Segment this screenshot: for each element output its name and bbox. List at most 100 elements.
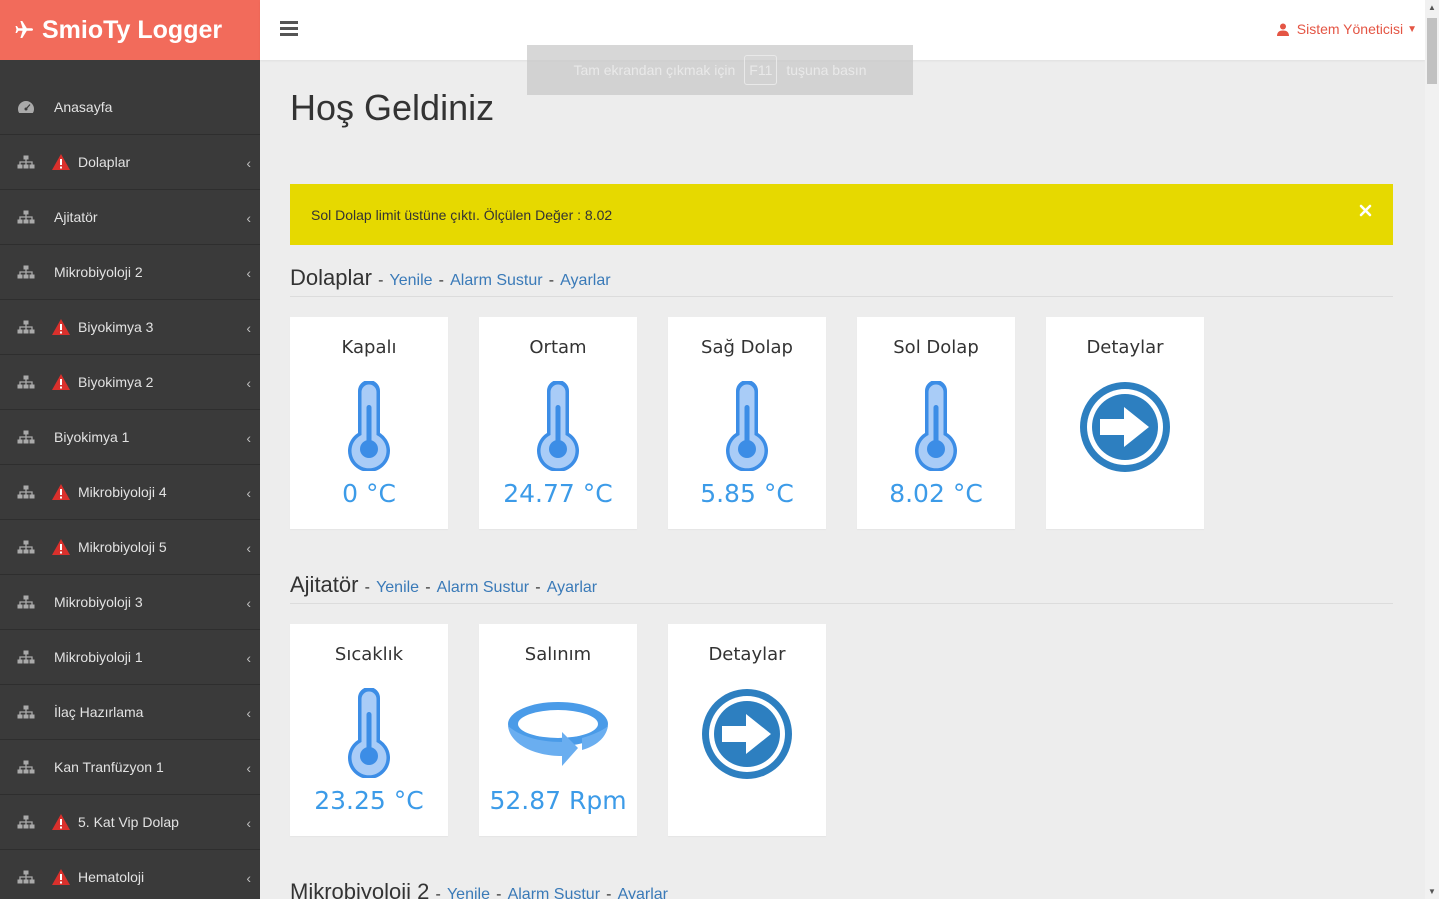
card-title: Kapalı [341, 337, 397, 358]
chevron-left-icon: ‹ [246, 595, 251, 611]
sidebar-item[interactable]: Biyokimya 1 ‹ [0, 410, 260, 465]
section-header: Mikrobiyoloji 2 - Yenile - Alarm Sustur … [290, 879, 1393, 899]
plane-icon [15, 21, 33, 38]
sidebar: SmioTy Logger Anasayfa Dolaplar ‹ Ajitatör ‹… [0, 0, 260, 899]
app-logo[interactable]: SmioTy Logger [0, 0, 260, 60]
settings-link[interactable]: Ayarlar [560, 272, 610, 289]
sitemap-icon [17, 375, 35, 389]
chevron-left-icon: ‹ [246, 375, 251, 391]
sidebar-item[interactable]: Mikrobiyoloji 1 ‹ [0, 630, 260, 685]
sidebar-item-label: Mikrobiyoloji 5 [78, 539, 167, 555]
sitemap-icon [17, 320, 35, 334]
sidebar-item[interactable]: Biyokimya 3 ‹ [0, 300, 260, 355]
chevron-left-icon: ‹ [246, 705, 251, 721]
refresh-link[interactable]: Yenile [447, 886, 490, 899]
sidebar-item-label: Mikrobiyoloji 4 [78, 484, 167, 500]
separator: - [378, 272, 384, 289]
sensor-card[interactable]: Ortam 24.77 °C [479, 317, 637, 529]
section-header: Ajitatör - Yenile - Alarm Sustur - Ayarl… [290, 572, 1393, 604]
sidebar-item[interactable]: Anasayfa [0, 80, 260, 135]
section-title: Ajitatör [290, 572, 359, 597]
details-card[interactable]: Detaylar [668, 624, 826, 836]
card-title: Sol Dolap [893, 337, 979, 358]
sidebar-item[interactable]: Biyokimya 2 ‹ [0, 355, 260, 410]
app-name: SmioTy Logger [42, 15, 223, 44]
card-title: Salınım [524, 644, 592, 665]
sitemap-icon [17, 155, 35, 169]
sidebar-item-label: Mikrobiyoloji 1 [54, 649, 143, 665]
sidebar-item[interactable]: Mikrobiyoloji 5 ‹ [0, 520, 260, 575]
arrow-right-circle-icon [668, 688, 826, 780]
card-value: 23.25 °C [314, 786, 424, 815]
close-icon[interactable] [1359, 204, 1372, 217]
sidebar-nav: Anasayfa Dolaplar ‹ Ajitatör ‹ Mikrobiyoloji … [0, 80, 260, 899]
sidebar-item[interactable]: Ajitatör ‹ [0, 190, 260, 245]
sidebar-item-label: İlaç Hazırlama [54, 704, 144, 720]
sidebar-item[interactable]: 5. Kat Vip Dolap ‹ [0, 795, 260, 850]
thermometer-icon [290, 688, 448, 778]
card-value: 24.77 °C [503, 479, 613, 508]
warning-icon [52, 153, 78, 171]
chevron-left-icon: ‹ [246, 430, 251, 446]
refresh-link[interactable]: Yenile [376, 579, 419, 596]
separator: - [364, 579, 370, 596]
settings-link[interactable]: Ayarlar [547, 579, 597, 596]
card-title: Sıcaklık [334, 644, 404, 665]
warning-icon [52, 373, 78, 391]
scrollbar[interactable]: ▲ ▼ [1425, 0, 1439, 899]
card-title: Sağ Dolap [701, 337, 793, 358]
sitemap-icon [17, 485, 35, 499]
sensor-card[interactable]: Kapalı 0 °C [290, 317, 448, 529]
sitemap-icon [17, 760, 35, 774]
card-title: Ortam [529, 337, 587, 358]
sidebar-item-label: Kan Tranfüzyon 1 [54, 759, 164, 775]
sidebar-item[interactable]: Kan Tranfüzyon 1 ‹ [0, 740, 260, 795]
sitemap-icon [17, 705, 35, 719]
dashboard-icon [17, 100, 35, 114]
refresh-link[interactable]: Yenile [390, 272, 433, 289]
alert-text: Sol Dolap limit üstüne çıktı. Ölçülen De… [311, 206, 613, 223]
section-title: Mikrobiyoloji 2 [290, 879, 430, 899]
section-title: Dolaplar [290, 265, 372, 290]
silence-alarm-link[interactable]: Alarm Sustur [450, 272, 542, 289]
sidebar-item[interactable]: Dolaplar ‹ [0, 135, 260, 190]
details-card[interactable]: Detaylar [1046, 317, 1204, 529]
scrollbar-thumb[interactable] [1427, 18, 1437, 84]
user-name: Sistem Yöneticisi [1296, 21, 1404, 37]
card-title: Detaylar [1086, 337, 1164, 358]
card-value: 8.02 °C [889, 479, 983, 508]
sidebar-item[interactable]: Hematoloji ‹ [0, 850, 260, 899]
silence-alarm-link[interactable]: Alarm Sustur [437, 579, 529, 596]
user-menu[interactable]: Sistem Yöneticisi ▼ [1276, 21, 1417, 37]
chevron-left-icon: ‹ [246, 485, 251, 501]
sitemap-icon [17, 430, 35, 444]
sidebar-item[interactable]: İlaç Hazırlama ‹ [0, 685, 260, 740]
sensor-card[interactable]: Sıcaklık 23.25 °C [290, 624, 448, 836]
chevron-left-icon: ‹ [246, 650, 251, 666]
menu-toggle-icon[interactable] [280, 21, 298, 36]
sensor-card[interactable]: Sol Dolap 8.02 °C [857, 317, 1015, 529]
separator: - [438, 272, 444, 289]
sidebar-item[interactable]: Mikrobiyoloji 3 ‹ [0, 575, 260, 630]
user-icon [1276, 23, 1289, 36]
warning-icon [52, 868, 78, 886]
chevron-left-icon: ‹ [246, 210, 251, 226]
settings-link[interactable]: Ayarlar [618, 886, 668, 899]
sensor-card[interactable]: Salınım 52.87 Rpm [479, 624, 637, 836]
chevron-left-icon: ‹ [246, 265, 251, 281]
sitemap-icon [17, 650, 35, 664]
chevron-left-icon: ‹ [246, 870, 251, 886]
scroll-up-icon[interactable]: ▲ [1428, 3, 1436, 12]
sensor-cards: Kapalı 0 °C Ortam 24.77 °C Sağ Dolap 5.85 °C S… [290, 317, 1393, 529]
alert-banner: Sol Dolap limit üstüne çıktı. Ölçülen De… [290, 184, 1393, 245]
thermometer-icon [668, 381, 826, 471]
sidebar-item[interactable]: Mikrobiyoloji 2 ‹ [0, 245, 260, 300]
scroll-down-icon[interactable]: ▼ [1428, 887, 1436, 896]
sections: Dolaplar - Yenile - Alarm Sustur - Ayarl… [290, 265, 1393, 899]
sensor-card[interactable]: Sağ Dolap 5.85 °C [668, 317, 826, 529]
sidebar-item-label: Mikrobiyoloji 3 [54, 594, 143, 610]
sidebar-item[interactable]: Mikrobiyoloji 4 ‹ [0, 465, 260, 520]
warning-icon [52, 318, 78, 336]
arrow-right-circle-icon [1046, 381, 1204, 473]
silence-alarm-link[interactable]: Alarm Sustur [508, 886, 600, 899]
